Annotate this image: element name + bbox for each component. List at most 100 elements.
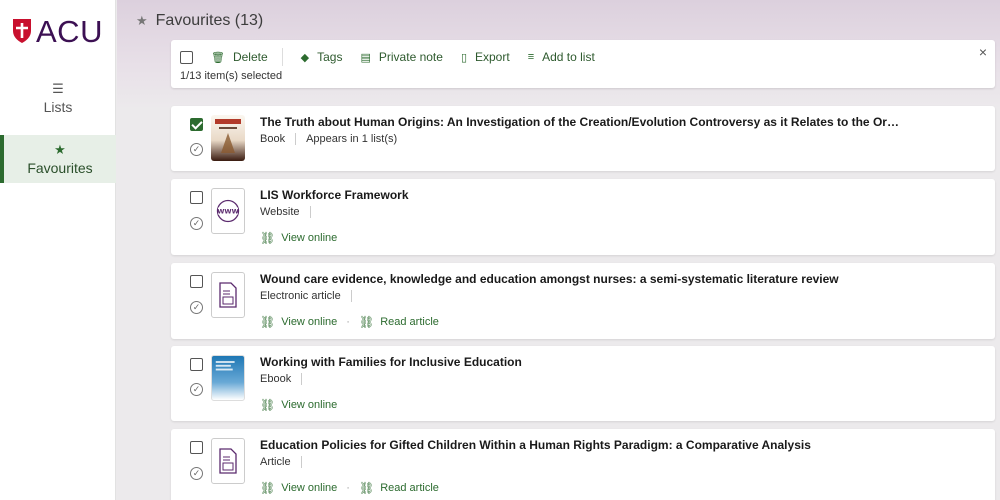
www-icon: WWW	[216, 199, 240, 223]
website-thumbnail[interactable]: WWW	[211, 188, 245, 234]
list-item[interactable]: ✓ WWW LIS Workforce Framework Website ⛓ …	[171, 179, 995, 255]
item-links: ⛓ View online	[260, 231, 337, 245]
ebook-cover-icon	[215, 361, 235, 371]
tags-button[interactable]: ◆ Tags	[301, 50, 343, 64]
item-title[interactable]: The Truth about Human Origins: An Invest…	[260, 115, 899, 129]
page-title: ★ Favourites (13)	[136, 12, 263, 30]
item-title[interactable]: Wound care evidence, knowledge and educa…	[260, 272, 839, 286]
view-online-label: View online	[281, 482, 338, 494]
link-icon: ⛓	[358, 481, 375, 495]
item-meta: Article	[260, 456, 312, 468]
book-cover-icon	[215, 119, 241, 153]
meta-divider	[295, 133, 297, 145]
svg-text:WWW: WWW	[217, 208, 239, 216]
sidebar-item-label: Lists	[43, 99, 73, 115]
item-links: ⛓ View online · ⛓ Read article	[260, 315, 439, 329]
private-note-label: Private note	[378, 50, 443, 64]
check-circle-icon[interactable]: ✓	[190, 217, 203, 230]
star-icon: ★	[136, 13, 148, 28]
read-article-link[interactable]: ⛓ Read article	[359, 481, 439, 495]
view-online-label: View online	[281, 316, 338, 328]
page-title-text: Favourites (13)	[155, 12, 264, 29]
item-type: Website	[260, 206, 300, 218]
meta-divider	[309, 206, 311, 218]
meta-divider	[301, 373, 303, 385]
delete-label: Delete	[232, 50, 268, 64]
select-all-checkbox[interactable]	[180, 50, 193, 64]
close-icon[interactable]: ×	[979, 44, 987, 60]
tag-icon: ◆	[300, 51, 310, 64]
export-label: Export	[475, 50, 510, 64]
document-icon	[219, 448, 237, 474]
star-icon: ★	[54, 141, 66, 157]
item-checkbox[interactable]	[190, 191, 203, 204]
private-note-button[interactable]: ▤ Private note	[360, 50, 442, 64]
item-type: Article	[260, 456, 291, 468]
item-title[interactable]: LIS Workforce Framework	[260, 188, 409, 202]
item-title[interactable]: Working with Families for Inclusive Educ…	[260, 355, 522, 369]
read-article-label: Read article	[380, 316, 439, 328]
view-online-link[interactable]: ⛓ View online	[260, 398, 337, 412]
item-type: Ebook	[260, 373, 292, 385]
logo-text: ACU	[36, 13, 103, 49]
selection-count: 1/13 item(s) selected	[180, 70, 283, 82]
view-online-link[interactable]: ⛓ View online	[260, 315, 337, 329]
view-online-link[interactable]: ⛓ View online	[260, 231, 337, 245]
view-online-link[interactable]: ⛓ View online	[260, 481, 337, 495]
item-links: ⛓ View online	[260, 398, 337, 412]
toolbar-divider	[281, 48, 283, 66]
item-links: ⛓ View online · ⛓ Read article	[260, 481, 439, 495]
item-checkbox[interactable]	[190, 118, 203, 131]
trash-icon: 🗑︎	[211, 51, 225, 64]
export-button[interactable]: ▯ Export	[461, 50, 510, 64]
item-checkbox[interactable]	[190, 358, 203, 371]
add-to-list-label: Add to list	[542, 50, 595, 64]
note-icon: ▤	[360, 51, 371, 64]
item-type: Electronic article	[260, 290, 341, 302]
check-circle-icon[interactable]: ✓	[190, 301, 203, 314]
selection-toolbar: 🗑︎ Delete ◆ Tags ▤ Private note ▯ Export…	[171, 40, 995, 88]
article-thumbnail[interactable]	[211, 272, 245, 318]
book-cover-thumbnail[interactable]	[211, 115, 245, 161]
ebook-cover-thumbnail[interactable]	[211, 355, 245, 401]
link-icon: ⛓	[260, 315, 276, 329]
item-type: Book	[260, 133, 286, 145]
item-meta: Book Appears in 1 list(s)	[260, 133, 397, 145]
item-checkbox[interactable]	[190, 441, 203, 454]
check-circle-icon[interactable]: ✓	[190, 467, 203, 480]
tags-label: Tags	[317, 50, 343, 64]
document-icon	[219, 282, 237, 308]
toolbar-actions: 🗑︎ Delete ◆ Tags ▤ Private note ▯ Export…	[180, 48, 595, 66]
item-title[interactable]: Education Policies for Gifted Children W…	[260, 438, 811, 452]
link-icon: ⛓	[260, 231, 276, 245]
read-article-link[interactable]: ⛓ Read article	[359, 315, 439, 329]
sidebar-item-lists[interactable]: ☰ Lists	[0, 82, 116, 122]
read-article-label: Read article	[380, 482, 439, 494]
add-to-list-button[interactable]: ≡ Add to list	[528, 50, 595, 64]
check-circle-icon[interactable]: ✓	[190, 383, 203, 396]
sidebar-item-label: Favourites	[27, 159, 93, 176]
meta-divider	[350, 290, 352, 302]
link-separator: ·	[346, 316, 350, 328]
list-item[interactable]: ✓ Wound care evidence, knowledge and edu…	[171, 263, 995, 339]
item-meta: Website	[260, 206, 321, 218]
list-icon: ☰	[52, 81, 64, 96]
item-meta: Ebook	[260, 373, 312, 385]
shield-icon	[13, 19, 31, 43]
link-icon: ⛓	[358, 315, 375, 329]
article-thumbnail[interactable]	[211, 438, 245, 484]
item-checkbox[interactable]	[190, 275, 203, 288]
sidebar: ACU ☰ Lists ★ Favourites	[0, 0, 116, 500]
delete-button[interactable]: 🗑︎ Delete	[211, 50, 268, 64]
link-separator: ·	[346, 482, 350, 494]
acu-logo[interactable]: ACU	[12, 14, 103, 48]
link-icon: ⛓	[260, 398, 276, 412]
list-item[interactable]: ✓ The Truth about Human Origins: An Inve…	[171, 106, 995, 171]
add-list-icon: ≡	[527, 51, 535, 63]
check-circle-icon[interactable]: ✓	[190, 143, 203, 156]
list-item[interactable]: ✓ Education Policies for Gifted Children…	[171, 429, 995, 500]
list-item[interactable]: ✓ Working with Families for Inclusive Ed…	[171, 346, 995, 421]
sidebar-item-favourites[interactable]: ★ Favourites	[0, 135, 116, 183]
item-meta: Electronic article	[260, 290, 362, 302]
view-online-label: View online	[281, 399, 338, 411]
